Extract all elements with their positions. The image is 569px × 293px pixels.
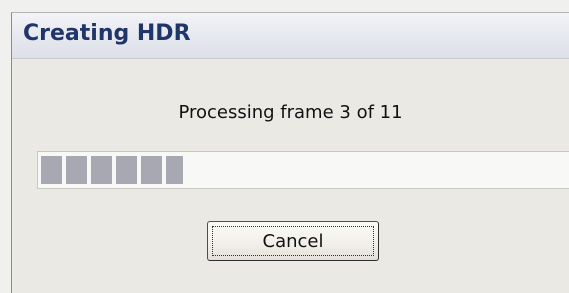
cancel-button[interactable]: Cancel — [207, 221, 379, 261]
status-message: Processing frame 3 of 11 — [178, 102, 403, 123]
dialog-window: Creating HDR Processing frame 3 of 11 Ca… — [11, 12, 569, 293]
cancel-button-label: Cancel — [212, 226, 374, 256]
dialog-body: Processing frame 3 of 11 Cancel — [12, 59, 569, 293]
progress-bar-fill — [41, 156, 183, 184]
progress-bar — [37, 151, 569, 189]
title-bar[interactable]: Creating HDR — [12, 13, 569, 59]
dialog-title: Creating HDR — [23, 21, 191, 46]
